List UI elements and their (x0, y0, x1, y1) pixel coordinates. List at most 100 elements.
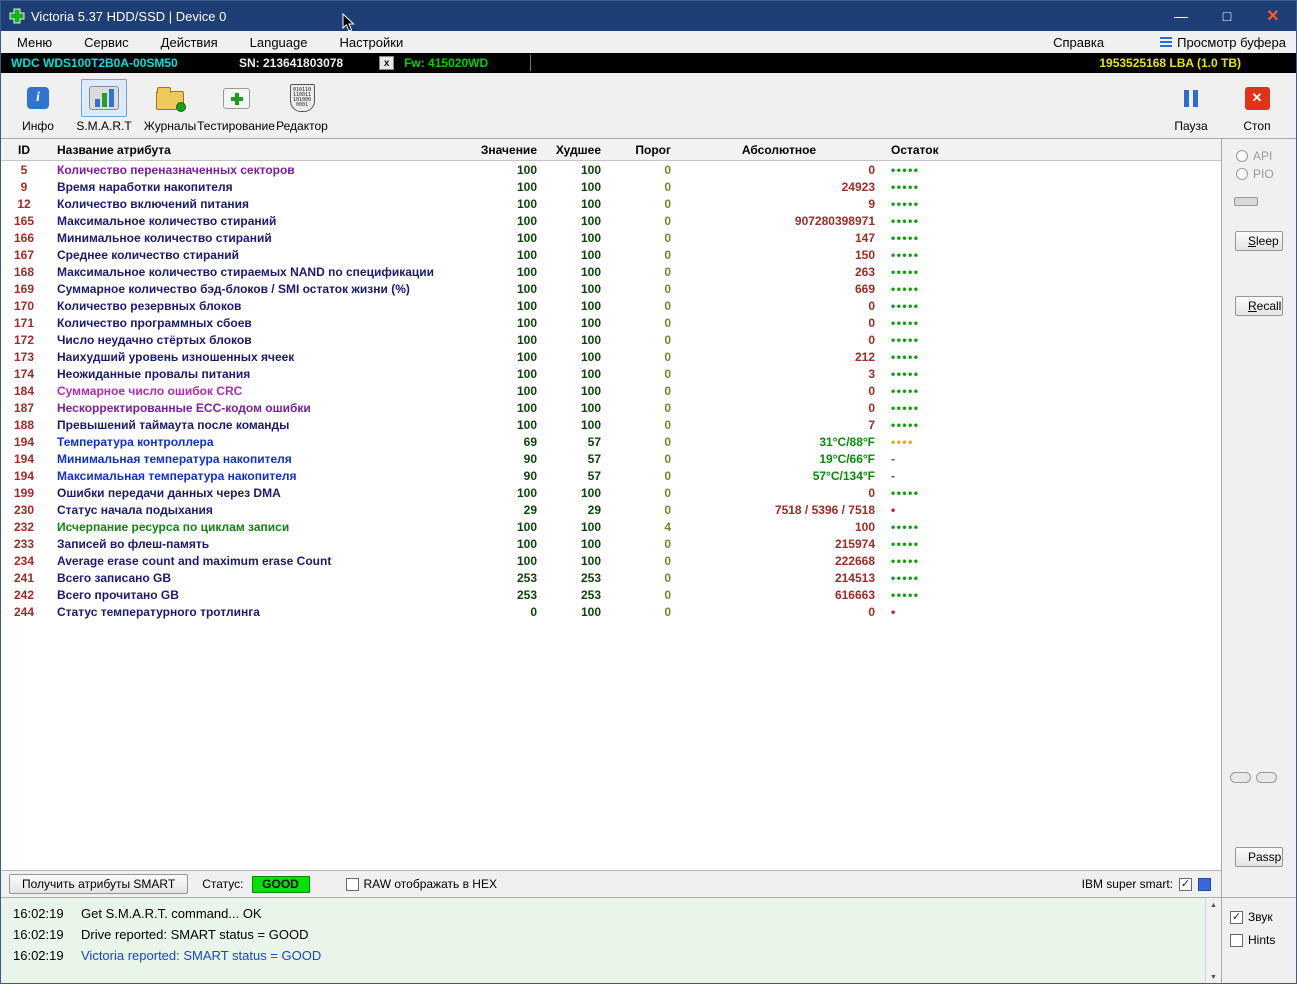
ibm-color-box[interactable] (1198, 877, 1211, 891)
cell-threshold: 0 (664, 570, 671, 585)
log-scrollbar[interactable]: ▲ ▼ (1205, 898, 1222, 983)
get-smart-button[interactable]: Получить атрибуты SMART (9, 874, 189, 894)
cell-name: Среднее количество стираний (57, 247, 239, 262)
table-row[interactable]: 5 Количество переназначенных секторов 100 1… (1, 161, 1221, 178)
cell-worst: 100 (580, 230, 601, 245)
cell-id: 165 (13, 213, 35, 228)
header-attribute-name[interactable]: Название атрибута (47, 143, 479, 157)
passp-button[interactable]: Passp (1235, 847, 1283, 867)
cell-name: Максимальное количество стираний (57, 213, 277, 228)
table-row[interactable]: 233 Записей во флеш-память 100 100 0 215974 ••… (1, 535, 1221, 552)
editor-tab[interactable]: 010110 110011 101000 0001 Редактор (273, 79, 331, 133)
log-side-panel: ✓ Звук Hints (1221, 898, 1296, 983)
cell-value: 100 (516, 485, 537, 500)
cell-health: ••••• (891, 162, 920, 177)
sleep-button[interactable]: Sleep (1235, 231, 1283, 251)
cell-health: ••••• (891, 417, 920, 432)
cell-threshold: 0 (664, 332, 671, 347)
device-x-badge[interactable]: x (379, 56, 395, 70)
table-row[interactable]: 168 Максимальное количество стираемых NAN… (1, 263, 1221, 280)
table-row[interactable]: 194 Максимальная температура накопителя 90… (1, 467, 1221, 484)
table-row[interactable]: 244 Статус температурного тротлинга 0 100 0 0… (1, 603, 1221, 620)
table-row[interactable]: 170 Количество резервных блоков 100 100 0 0 ••… (1, 297, 1221, 314)
buffer-view-button[interactable]: Просмотр буфера (1120, 35, 1296, 50)
table-row[interactable]: 230 Статус начала подыхания 29 29 0 7518 / 53… (1, 501, 1221, 518)
cell-worst: 100 (580, 383, 601, 398)
table-row[interactable]: 12 Количество включений питания 100 100 0 9 ••… (1, 195, 1221, 212)
table-row[interactable]: 241 Всего записано GB 253 253 0 214513 ••••• (1, 569, 1221, 586)
menu-item[interactable]: Настройки (323, 35, 419, 50)
table-header: ID Название атрибута Значение Худшее Пор… (1, 139, 1221, 161)
stop-button[interactable]: ✕ Стоп (1228, 79, 1286, 133)
header-value[interactable]: Значение (479, 143, 545, 157)
table-row[interactable]: 199 Ошибки передачи данных через DMA 100 10… (1, 484, 1221, 501)
minimize-button[interactable]: — (1158, 1, 1204, 31)
header-id[interactable]: ID (1, 143, 47, 157)
table-row[interactable]: 232 Исчерпание ресурса по циклам записи 10… (1, 518, 1221, 535)
cell-worst: 100 (580, 485, 601, 500)
cell-health: - (891, 468, 897, 483)
close-button[interactable]: ✕ (1250, 1, 1296, 31)
table-row[interactable]: 242 Всего прочитано GB 253 253 0 616663 ••••• (1, 586, 1221, 603)
radio-icon (1236, 168, 1248, 180)
cell-health: - (891, 451, 897, 466)
table-row[interactable]: 172 Число неудачно стёртых блоков 100 100 0 0… (1, 331, 1221, 348)
menu-item[interactable]: Меню (1, 35, 68, 50)
recall-button[interactable]: Recall (1235, 296, 1283, 316)
table-row[interactable]: 169 Суммарное количество бэд-блоков / SMI… (1, 280, 1221, 297)
header-absolute[interactable]: Абсолютное (679, 143, 879, 157)
cell-health: ••••• (891, 332, 920, 347)
status-label: Статус: (202, 877, 244, 891)
header-health[interactable]: Остаток (879, 143, 959, 157)
cell-threshold: 0 (664, 179, 671, 194)
table-row[interactable]: 173 Наихудший уровень изношенных ячеек 100… (1, 348, 1221, 365)
header-threshold[interactable]: Порог (609, 143, 679, 157)
table-row[interactable]: 194 Минимальная температура накопителя 90 5… (1, 450, 1221, 467)
cell-value: 29 (523, 502, 537, 517)
scroll-up-icon[interactable]: ▲ (1206, 898, 1222, 913)
cell-absolute: 0 (868, 400, 875, 415)
info-tab[interactable]: i Инфо (9, 79, 67, 133)
cell-worst: 100 (580, 196, 601, 211)
scroll-down-icon[interactable]: ▼ (1206, 970, 1222, 983)
table-row[interactable]: 184 Суммарное число ошибок CRC 100 100 0 0 •••… (1, 382, 1221, 399)
sound-label: Звук (1248, 910, 1273, 924)
table-row[interactable]: 234 Average erase count and maximum erase… (1, 552, 1221, 569)
hints-checkbox[interactable]: Hints (1230, 933, 1296, 947)
smart-tab[interactable]: S.M.A.R.T (75, 79, 133, 133)
raw-hex-checkbox[interactable]: RAW отображать в HEX (345, 877, 497, 891)
cell-health: • (891, 604, 897, 619)
table-row[interactable]: 9 Время наработки накопителя 100 100 0 24923 •… (1, 178, 1221, 195)
cell-worst: 100 (580, 298, 601, 313)
table-row[interactable]: 166 Минимальное количество стираний 100 100… (1, 229, 1221, 246)
cell-threshold: 0 (664, 298, 671, 313)
table-row[interactable]: 165 Максимальное количество стираний 100 10… (1, 212, 1221, 229)
cell-name: Исчерпание ресурса по циклам записи (57, 519, 290, 534)
header-worst[interactable]: Худшее (545, 143, 609, 157)
menu-item-help[interactable]: Справка (1037, 35, 1120, 50)
cell-health: ••••• (891, 519, 920, 534)
folder-icon (156, 86, 186, 112)
journals-tab[interactable]: Журналы (141, 79, 199, 133)
table-row[interactable]: 167 Среднее количество стираний 100 100 0 150… (1, 246, 1221, 263)
ibm-checkbox[interactable]: ✓ (1179, 877, 1192, 891)
table-row[interactable]: 194 Температура контроллера 69 57 0 31°C/88°F… (1, 433, 1221, 450)
maximize-button[interactable]: □ (1204, 1, 1250, 31)
menu-item[interactable]: Сервис (68, 35, 145, 50)
cell-health: ••••• (891, 281, 920, 296)
table-row[interactable]: 187 Нескорректированные ECC-кодом ошибки 1… (1, 399, 1221, 416)
pio-radio[interactable]: PIO (1236, 167, 1274, 181)
cell-threshold: 0 (664, 315, 671, 330)
table-row[interactable]: 174 Неожиданные провалы питания 100 100 0 3 ••… (1, 365, 1221, 382)
pause-button[interactable]: Пауза (1162, 79, 1220, 133)
table-row[interactable]: 188 Превышений таймаута после команды 100 1… (1, 416, 1221, 433)
menu-item[interactable]: Действия (145, 35, 234, 50)
testing-tab[interactable]: Тестирование (197, 79, 275, 133)
cell-absolute: 3 (868, 366, 875, 381)
menu-item[interactable]: Language (234, 35, 324, 50)
cell-value: 100 (516, 519, 537, 534)
cell-threshold: 0 (664, 349, 671, 364)
sound-checkbox[interactable]: ✓ Звук (1230, 910, 1296, 924)
api-radio[interactable]: API (1236, 149, 1272, 163)
table-row[interactable]: 171 Количество программных сбоев 100 100 0 0 •… (1, 314, 1221, 331)
